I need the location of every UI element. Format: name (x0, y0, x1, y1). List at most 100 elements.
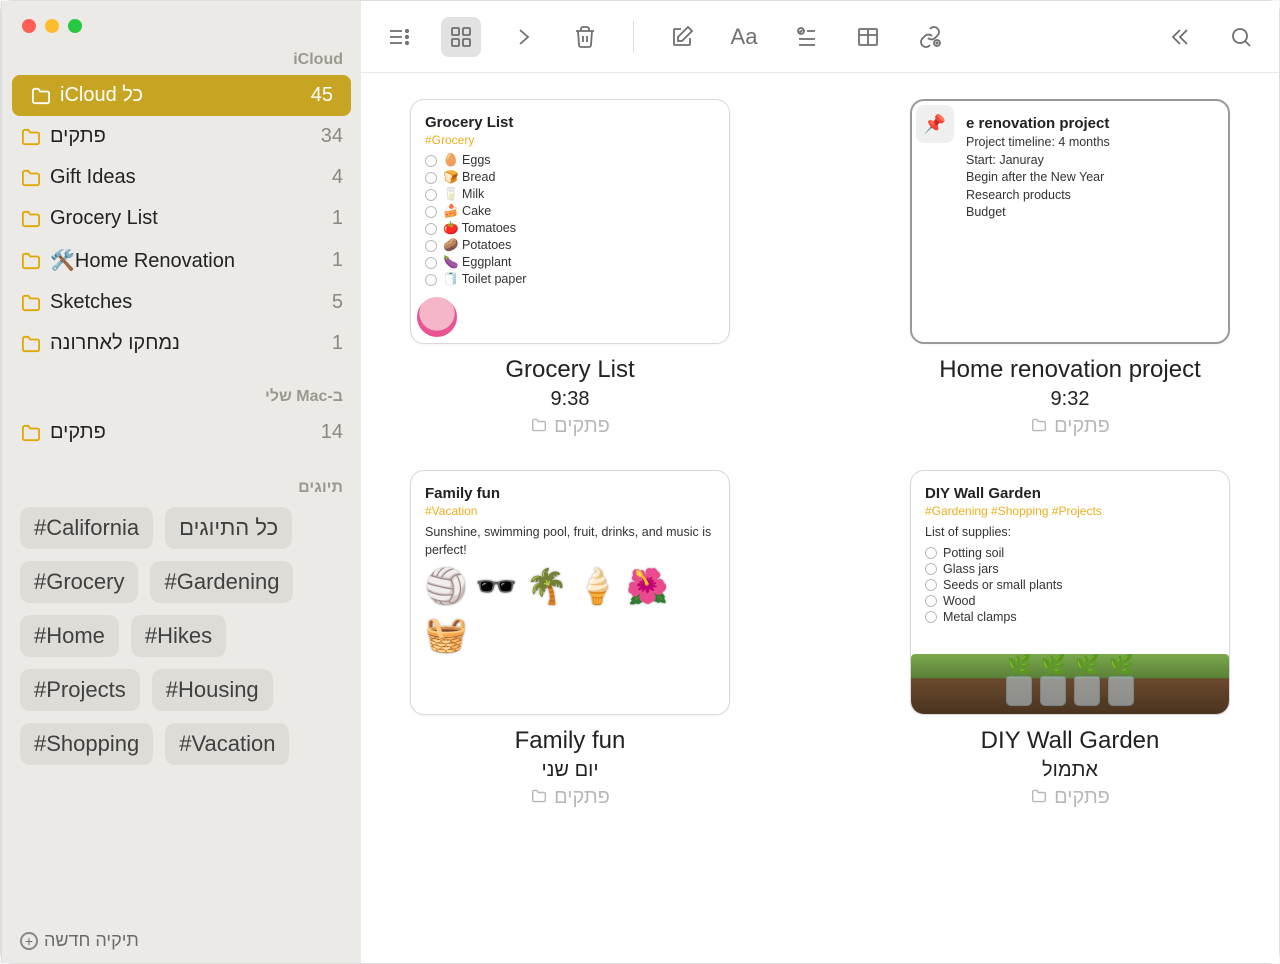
folder-name: Grocery List (50, 207, 158, 230)
gallery-view-button[interactable] (441, 17, 481, 57)
folder-item[interactable]: כל iCloud45 (12, 75, 351, 116)
folder-icon (20, 424, 42, 442)
folder-count: 1 (332, 332, 343, 355)
folder-list-icloud: כל iCloud45פתקים34Gift Ideas4Grocery Lis… (2, 75, 361, 364)
window-controls (2, 1, 361, 43)
app-window: Aa Grocery List#Grocery🥚 Eggs🍞 Bread🥛 Mi… (0, 0, 1280, 964)
supply-item: Potting soil (925, 546, 1215, 560)
folder-count: 14 (321, 421, 343, 444)
note-card[interactable]: DIY Wall Garden #Gardening #Shopping #Pro… (895, 470, 1245, 809)
thumb-tags: #Grocery (425, 133, 715, 147)
checklist: 🥚 Eggs🍞 Bread🥛 Milk🍰 Cake🍅 Tomatoes🥔 Pot… (425, 153, 715, 287)
sticker: 🕶️ (475, 567, 517, 607)
note-card[interactable]: 📌e renovation projectProject timeline: 4… (895, 99, 1245, 438)
minimize-window-button[interactable] (45, 19, 59, 33)
folder-name: פתקים (50, 125, 106, 148)
checklist-button[interactable] (786, 17, 826, 57)
folder-item[interactable]: פתקים 14 (2, 412, 361, 453)
note-thumbnail[interactable]: Grocery List#Grocery🥚 Eggs🍞 Bread🥛 Milk🍰… (410, 99, 730, 344)
supplies-label: List of supplies: (925, 524, 1215, 542)
folder-icon (530, 786, 548, 809)
folder-item[interactable]: Sketches5 (2, 282, 361, 323)
zoom-window-button[interactable] (68, 19, 82, 33)
tag-chip[interactable]: #Housing (152, 669, 273, 711)
trash-button[interactable] (565, 17, 605, 57)
new-folder-button[interactable]: תיקיה חדשה + (2, 918, 361, 963)
supply-item: Glass jars (925, 562, 1215, 576)
note-thumbnail[interactable]: Family fun #Vacation Sunshine, swimming po… (410, 470, 730, 715)
sticker: 🏐 (425, 567, 467, 607)
folder-item[interactable]: Grocery List 1 (2, 198, 361, 239)
tag-chip[interactable]: #Projects (20, 669, 140, 711)
note-time: אתמול (1042, 759, 1098, 782)
check-item: 🥛 Milk (425, 187, 715, 202)
check-item: 🍆 Eggplant (425, 255, 715, 270)
note-folder: פתקים (530, 786, 610, 809)
note-time: 9:38 (551, 388, 590, 411)
folder-icon (20, 294, 42, 312)
check-item: 🍰 Cake (425, 204, 715, 219)
note-folder: פתקים (1030, 415, 1110, 438)
folder-name: Home Renovation🛠️ (50, 248, 235, 273)
thumb-title: Grocery List (425, 114, 715, 131)
note-card[interactable]: Grocery List#Grocery🥚 Eggs🍞 Bread🥛 Milk🍰… (395, 99, 745, 438)
folder-count: 5 (332, 291, 343, 314)
folder-count: 1 (332, 207, 343, 230)
tags-list: כל התיוגים #California #Gardening #Grocery #… (20, 507, 343, 765)
note-thumbnail[interactable]: 📌e renovation projectProject timeline: 4… (910, 99, 1230, 344)
note-title: Home renovation project (939, 356, 1200, 384)
check-item: 🍞 Bread (425, 170, 715, 185)
tag-chip[interactable]: #Gardening (150, 561, 293, 603)
folder-icon (1030, 415, 1048, 438)
check-item: 🍅 Tomatoes (425, 221, 715, 236)
plus-icon: + (20, 932, 38, 950)
tag-chip[interactable]: כל התיוגים (165, 507, 292, 549)
folder-item[interactable]: נמחקו לאחרונה 1 (2, 323, 361, 364)
note-thumbnail[interactable]: DIY Wall Garden #Gardening #Shopping #Pro… (910, 470, 1230, 715)
thumb-tags: #Vacation (425, 504, 715, 518)
toolbar-separator (633, 21, 634, 53)
collapse-button[interactable] (1159, 17, 1199, 57)
account-label-mac: ב-Mac שלי (2, 380, 361, 412)
folder-icon (530, 415, 548, 438)
thumb-title: DIY Wall Garden (925, 485, 1215, 502)
tag-chip[interactable]: #Grocery (20, 561, 138, 603)
list-view-button[interactable] (379, 17, 419, 57)
new-folder-label: תיקיה חדשה (44, 930, 139, 951)
thumb-body: Sunshine, swimming pool, fruit, drinks, … (425, 524, 715, 559)
note-title: DIY Wall Garden (981, 727, 1160, 755)
folder-count: 34 (321, 125, 343, 148)
folder-item[interactable]: פתקים 34 (2, 116, 361, 157)
note-title: Family fun (515, 727, 626, 755)
sticker: 🌴 (526, 567, 568, 607)
toolbar: Aa (361, 1, 1279, 73)
tag-chip[interactable]: #Hikes (131, 615, 226, 657)
tag-chip[interactable]: #California (20, 507, 153, 549)
note-card[interactable]: Family fun #Vacation Sunshine, swimming po… (395, 470, 745, 809)
thumb-tags: #Gardening #Shopping #Projects (925, 504, 1215, 518)
format-button[interactable]: Aa (724, 17, 764, 57)
folder-count: 45 (311, 84, 333, 107)
folder-name: פתקים (50, 421, 106, 444)
tags-section: תיוגים כל התיוגים#California#Gardening#G… (2, 469, 361, 775)
sticker: 🧺 (425, 615, 467, 655)
sticker: 🌺 (626, 567, 668, 607)
folder-icon (20, 169, 42, 187)
folder-icon (20, 252, 42, 270)
link-button[interactable] (910, 17, 950, 57)
forward-button[interactable] (503, 17, 543, 57)
folder-item[interactable]: Home Renovation🛠️1 (2, 239, 361, 282)
tag-chip[interactable]: #Shopping (20, 723, 153, 765)
close-window-button[interactable] (22, 19, 36, 33)
garden-image (911, 654, 1229, 714)
search-button[interactable] (1221, 17, 1261, 57)
folder-item[interactable]: Gift Ideas4 (2, 157, 361, 198)
supplies-list: Potting soilGlass jarsSeeds or small pla… (925, 546, 1215, 624)
tag-chip[interactable]: #Home (20, 615, 119, 657)
thumb-title: Family fun (425, 485, 715, 502)
tag-chip[interactable]: #Vacation (165, 723, 289, 765)
table-button[interactable] (848, 17, 888, 57)
note-time: 9:32 (1051, 388, 1090, 411)
folder-name: נמחקו לאחרונה (50, 332, 180, 355)
compose-button[interactable] (662, 17, 702, 57)
